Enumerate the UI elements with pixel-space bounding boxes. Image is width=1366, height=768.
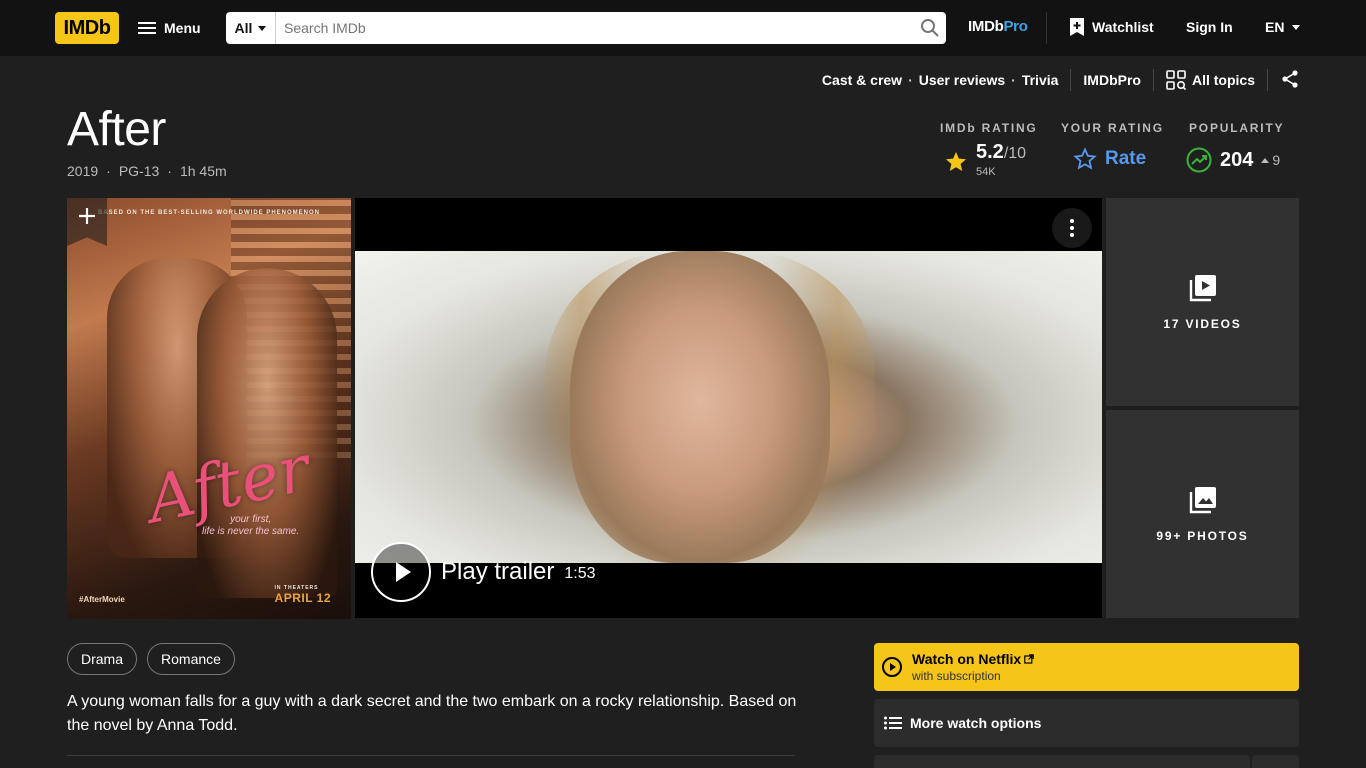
photo-library-icon [1189,487,1216,514]
video-library-icon [1189,275,1216,302]
trailer-duration: 1:53 [564,565,596,582]
imdb-rating-value: 5.2 [976,141,1004,163]
subnav-divider [1152,69,1154,91]
play-circle-icon [882,657,902,677]
arrow-up-icon [1261,157,1270,163]
subnav-dot: · [908,72,913,88]
poster-tagline-line1: your first, [230,514,272,525]
language-dropdown[interactable]: EN [1265,19,1301,35]
your-rating-label: YOUR RATING [1061,121,1164,135]
subnav-all-topics[interactable]: All topics [1166,70,1255,90]
page-title: After [67,103,166,156]
subnav-divider [1070,69,1072,91]
menu-button[interactable]: Menu [138,14,201,42]
subnav-user-reviews[interactable]: User reviews [919,72,1005,88]
watchlist-dropdown-button[interactable] [1252,755,1299,768]
plot-summary: A young woman falls for a guy with a dar… [67,693,797,734]
list-icon [884,716,902,730]
poster-art-tagline: your first, life is never the same. [202,514,299,538]
trailer-video[interactable]: Play trailer 1:53 [355,198,1102,618]
grid-icon [1166,70,1186,90]
search-category-dropdown[interactable]: All [226,12,276,44]
poster-tagline-line2: life is never the same. [202,526,300,537]
videos-count-label: 17 VIDEOS [1163,317,1242,331]
popularity-block[interactable]: POPULARITY 204 9 [1186,121,1285,173]
caret-down-icon [1292,24,1301,30]
poster-release-date: APRIL 12 [274,591,331,605]
more-watch-options-button[interactable]: More watch options [874,699,1299,747]
poster-figure-man [197,268,337,598]
photos-count-label: 99+ PHOTOS [1156,529,1249,543]
watchlist-label: Watchlist [1092,19,1154,35]
more-options-icon[interactable] [1052,208,1092,248]
nav-divider [1046,12,1047,44]
netflix-title: Watch on Netflix [912,651,1022,667]
trending-up-icon [1186,147,1212,173]
all-topics-label: All topics [1191,72,1255,88]
poster-image[interactable]: BASED ON THE BEST-SELLING WORLDWIDE PHEN… [67,198,351,619]
thumbnail-face [570,251,830,563]
popularity-change: 9 [1272,152,1281,168]
meta-dot: · [167,163,172,179]
your-rating-block[interactable]: YOUR RATING Rate [1061,121,1164,171]
sign-in-link[interactable]: Sign In [1186,19,1233,35]
subnav-imdbpro[interactable]: IMDbPro [1083,72,1141,88]
watchlist-button[interactable]: Watchlist [1070,18,1154,36]
genre-chip-romance[interactable]: Romance [147,643,235,675]
hamburger-icon [138,22,156,34]
netflix-subscription-note: with subscription [912,669,1001,683]
imdb-vote-count: 54K [976,166,996,178]
external-link-icon [1024,654,1034,664]
share-icon[interactable] [1280,69,1300,92]
subnav-trivia[interactable]: Trivia [1022,72,1059,88]
star-filled-icon [946,152,966,171]
play-icon [371,542,431,602]
genre-chip-drama[interactable]: Drama [67,643,138,675]
meta-dot: · [106,163,111,179]
search-input[interactable] [276,12,914,44]
title-meta: 2019 · PG-13 · 1h 45m [67,163,227,179]
imdb-rating-block[interactable]: IMDb RATING 5.2/10 54K [940,121,1038,181]
title-subnav: Cast & crew · User reviews · Trivia IMDb… [822,69,1300,92]
search-bar: All [226,12,946,44]
imdb-rating-scale: /10 [1003,145,1027,162]
language-label: EN [1265,19,1285,35]
menu-label: Menu [164,20,201,36]
imdbpro-link[interactable]: IMDbPro [968,18,1028,35]
play-trailer-label: Play trailer [441,558,555,585]
watch-on-netflix-button[interactable]: Watch on Netflix with subscription [874,643,1299,691]
star-outline-icon [1073,147,1097,170]
search-icon[interactable] [914,12,946,44]
poster-tagline-top: BASED ON THE BEST-SELLING WORLDWIDE PHEN… [97,210,320,216]
plus-icon [79,208,95,224]
search-category-label: All [234,20,253,36]
rate-button[interactable]: Rate [1105,148,1146,170]
watchlist-bookmark-icon [1070,18,1084,36]
photos-tile[interactable]: 99+ PHOTOS [1106,410,1299,618]
poster-hashtag: #AfterMovie [79,595,125,604]
subnav-divider [1267,69,1268,91]
section-divider [67,755,795,756]
play-trailer-button[interactable]: Play trailer 1:53 [371,542,596,602]
watchlist-add-button[interactable] [874,755,1250,768]
poster-release: IN THEATERS APRIL 12 [275,585,331,605]
caret-down-icon [258,25,267,31]
popularity-value: 204 [1220,148,1254,171]
add-to-watchlist-ribbon[interactable] [67,198,107,246]
trailer-thumbnail [355,251,1102,563]
release-year[interactable]: 2019 [67,163,98,179]
videos-tile[interactable]: 17 VIDEOS [1106,198,1299,406]
popularity-label: POPULARITY [1189,121,1285,135]
genre-chips: Drama Romance [67,643,235,675]
certificate[interactable]: PG-13 [119,163,159,179]
subnav-cast-crew[interactable]: Cast & crew [822,72,902,88]
imdb-logo[interactable]: IMDb [55,12,119,44]
runtime: 1h 45m [179,163,227,179]
imdbpro-prefix: IMDb [968,18,1004,35]
subnav-dot: · [1011,72,1016,88]
imdb-rating-label: IMDb RATING [940,121,1038,135]
more-watch-options-label: More watch options [910,715,1042,731]
imdbpro-suffix: Pro [1003,18,1028,35]
top-navbar: IMDb Menu All IMDbPro Watchlist Sign In … [0,0,1366,56]
